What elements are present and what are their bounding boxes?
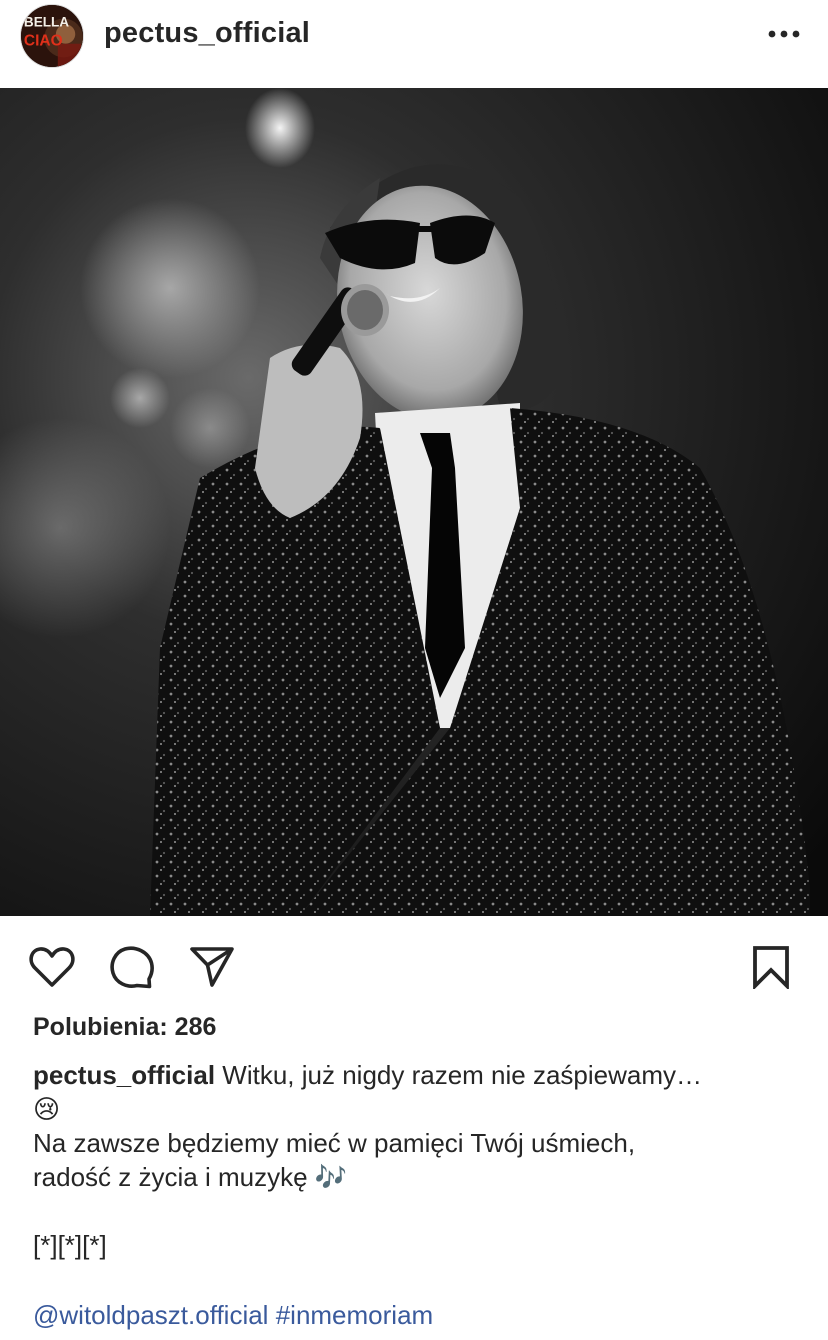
send-icon <box>190 947 234 987</box>
mention-link[interactable]: @witoldpaszt.official <box>33 1300 268 1330</box>
likes-count[interactable]: Polubienia: 286 <box>33 1013 216 1042</box>
caption-text-3: radość z życia i muzykę 🎶 <box>33 1162 348 1192</box>
caption-text-1: Witku, już nigdy razem nie zaśpiewamy… <box>222 1060 703 1090</box>
post-actions <box>0 916 828 1012</box>
svg-text:BELLA: BELLA <box>24 14 69 29</box>
bookmark-icon <box>753 946 789 989</box>
comment-icon <box>110 946 154 989</box>
hashtag-link[interactable]: #inmemoriam <box>276 1300 434 1330</box>
username[interactable]: pectus_official <box>104 17 310 50</box>
avatar-image: BELLA CIAO <box>21 5 83 67</box>
svg-text:CIAO: CIAO <box>24 33 63 50</box>
heart-icon <box>29 947 75 987</box>
post-photo[interactable] <box>0 88 828 916</box>
save-button[interactable] <box>746 942 796 992</box>
caption-username[interactable]: pectus_official <box>33 1060 215 1090</box>
more-horizontal-icon <box>768 30 800 38</box>
post-header: BELLA CIAO pectus_official <box>0 0 828 88</box>
like-button[interactable] <box>27 942 77 992</box>
avatar[interactable]: BELLA CIAO <box>20 4 84 68</box>
caption-emoji: 😢 <box>33 1094 61 1124</box>
share-button[interactable] <box>187 942 237 992</box>
comment-button[interactable] <box>107 942 157 992</box>
caption-line-1: pectus_official Witku, już nigdy razem n… <box>33 1058 803 1092</box>
more-options-button[interactable] <box>764 20 804 48</box>
caption-text-2: Na zawsze będziemy mieć w pamięci Twój u… <box>33 1128 636 1158</box>
caption-tags: @witoldpaszt.official #inmemoriam <box>33 1300 433 1331</box>
caption-text-4: [*][*][*] <box>33 1230 107 1260</box>
post-caption: pectus_official Witku, już nigdy razem n… <box>33 1058 803 1262</box>
concert-photo <box>0 88 828 916</box>
